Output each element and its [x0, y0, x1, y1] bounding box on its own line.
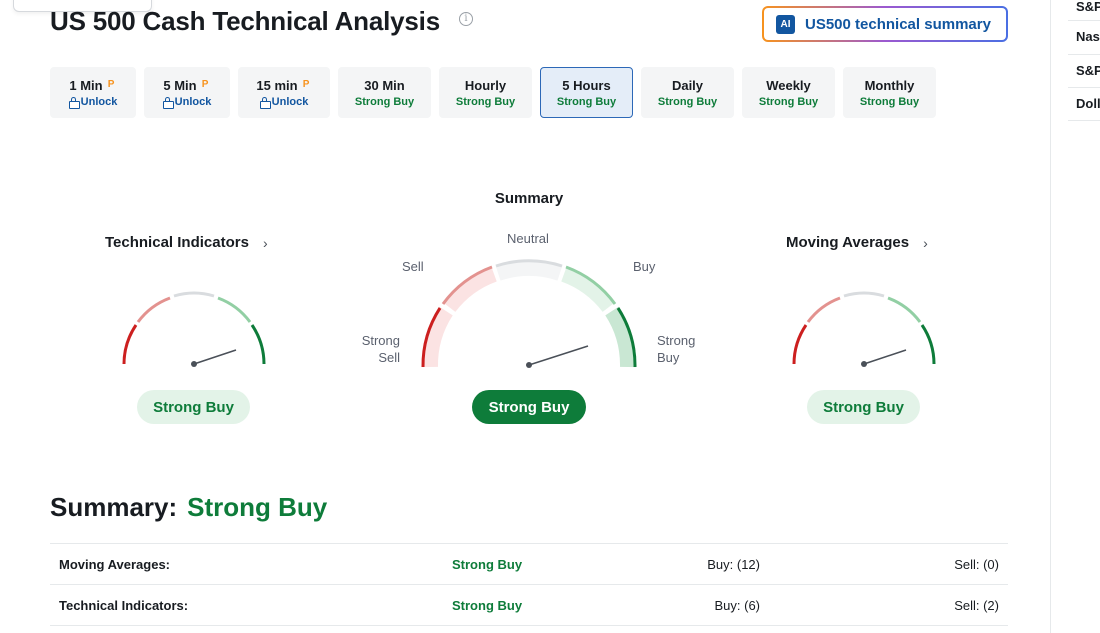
gauge-strong-sell-arc: [792, 324, 808, 365]
tab-status: Strong Buy: [758, 95, 819, 108]
gauge-buy-arc: [217, 296, 252, 323]
chevron-right-icon: ›: [262, 234, 268, 251]
sidebar-item-doll[interactable]: Doll: [1068, 88, 1100, 121]
tab-status: Strong Buy: [556, 95, 617, 108]
sidebar-item-sp-1[interactable]: S&P: [1068, 0, 1100, 21]
tab-30-min[interactable]: 30 Min Strong Buy: [338, 67, 431, 118]
row-sell-count: Sell: (0): [954, 557, 999, 572]
gauge-needle: [528, 345, 589, 366]
tab-label: Weekly: [766, 77, 811, 93]
technical-indicators-result: Strong Buy: [137, 390, 250, 424]
gauge-needle-pivot: [861, 361, 867, 367]
summary-heading-value: Strong Buy: [187, 492, 328, 522]
technical-indicators-title: Technical Indicators: [105, 234, 249, 251]
tab-label: 5 Min: [163, 77, 197, 93]
gauge-needle: [193, 349, 237, 365]
technical-indicators-gauge: [122, 291, 266, 367]
ai-button-label: US500 technical summary: [805, 15, 991, 33]
gauge-strong-sell-arc: [122, 324, 138, 365]
pro-icon: P: [302, 79, 310, 90]
sidebar-divider: [1050, 0, 1051, 633]
summary-gauge: [421, 259, 637, 368]
summary-gauge-result: Strong Buy: [472, 390, 586, 424]
gauge-buy-arc: [887, 296, 922, 323]
moving-averages-title: Moving Averages: [786, 234, 910, 251]
gauge-strong-buy-arc: [250, 324, 266, 365]
tab-hourly[interactable]: Hourly Strong Buy: [439, 67, 532, 118]
chevron-right-icon: ›: [923, 234, 928, 251]
tab-status: Strong Buy: [455, 95, 516, 108]
summary-heading-label: Summary:: [50, 492, 178, 522]
page-title: US 500 Cash Technical Analysis: [50, 6, 440, 36]
gauge-needle-pivot: [191, 361, 197, 367]
pro-icon: P: [201, 79, 209, 90]
lock-icon: [162, 96, 174, 109]
tab-label: 30 Min: [364, 77, 405, 93]
tab-daily[interactable]: Daily Strong Buy: [641, 67, 734, 118]
tab-label: Monthly: [864, 77, 915, 93]
timeframe-tabs: 1 Min P Unlock 5 Min P Unlock 15 min P Unlo…: [50, 67, 936, 118]
row-buy-count: Buy: (6): [714, 598, 760, 613]
technical-indicators-link[interactable]: Technical Indicators ›: [105, 234, 268, 251]
gauge-label-neutral: Neutral: [507, 231, 549, 246]
tab-label: 15 min: [256, 77, 298, 93]
gauge-label-strong-sell: Strong Sell: [361, 333, 400, 365]
ai-icon: AI: [776, 14, 795, 34]
summary-table: Moving Averages: Strong Buy Buy: (12) Se…: [50, 543, 1008, 626]
tab-status: Unlock: [271, 95, 309, 108]
tab-label: 1 Min: [69, 77, 103, 93]
tab-weekly[interactable]: Weekly Strong Buy: [742, 67, 835, 118]
tab-status: Unlock: [80, 95, 118, 108]
row-status: Strong Buy: [452, 598, 523, 613]
tab-status: Strong Buy: [859, 95, 920, 108]
lock-icon: [259, 96, 271, 109]
gauge-label-sell: Sell: [402, 259, 424, 274]
tab-15-min[interactable]: 15 min P Unlock: [238, 67, 330, 118]
row-sell-count: Sell: (2): [954, 598, 999, 613]
gauge-needle: [863, 349, 907, 365]
info-icon[interactable]: i: [459, 12, 473, 26]
tab-1-min[interactable]: 1 Min P Unlock: [50, 67, 136, 118]
moving-averages-link[interactable]: Moving Averages ›: [786, 234, 928, 251]
moving-averages-gauge: [792, 291, 936, 367]
gauge-sell-arc: [806, 296, 841, 323]
tab-monthly[interactable]: Monthly Strong Buy: [843, 67, 936, 118]
sidebar-item-nas[interactable]: Nas: [1068, 22, 1100, 55]
gauge-label-strong-buy: Strong Buy: [657, 333, 696, 365]
table-row: Moving Averages: Strong Buy Buy: (12) Se…: [50, 544, 1008, 585]
tab-5-min[interactable]: 5 Min P Unlock: [144, 67, 230, 118]
row-label: Moving Averages:: [59, 557, 171, 572]
tab-label: Hourly: [464, 77, 507, 93]
gauge-strong-buy-arc: [920, 324, 936, 365]
lock-icon: [68, 96, 80, 109]
row-buy-count: Buy: (12): [707, 557, 760, 572]
tab-status: Strong Buy: [354, 95, 415, 108]
summary-gauge-title: Summary: [494, 190, 564, 207]
gauge-neutral-arc: [843, 291, 885, 298]
tab-label: 5 Hours: [562, 77, 611, 93]
gauge-needle-pivot: [526, 362, 532, 368]
ai-technical-summary-button[interactable]: AI US500 technical summary: [762, 6, 1008, 42]
sidebar-item-sp-2[interactable]: S&P: [1068, 55, 1100, 88]
row-status: Strong Buy: [452, 557, 523, 572]
tab-status: Unlock: [174, 95, 212, 108]
table-row: Technical Indicators: Strong Buy Buy: (6…: [50, 585, 1008, 626]
tab-status: Strong Buy: [657, 95, 718, 108]
row-label: Technical Indicators:: [59, 598, 189, 613]
pro-icon: P: [107, 79, 115, 90]
gauge-label-buy: Buy: [633, 259, 656, 274]
gauge-sell-arc: [136, 296, 171, 323]
tab-label: Daily: [671, 77, 704, 93]
summary-heading: Summary: Strong Buy: [50, 492, 327, 523]
gauge-neutral-arc: [173, 291, 215, 298]
gauge-neutral-band: [495, 260, 563, 281]
tab-5-hours[interactable]: 5 Hours Strong Buy: [540, 67, 633, 118]
moving-averages-result: Strong Buy: [807, 390, 920, 424]
